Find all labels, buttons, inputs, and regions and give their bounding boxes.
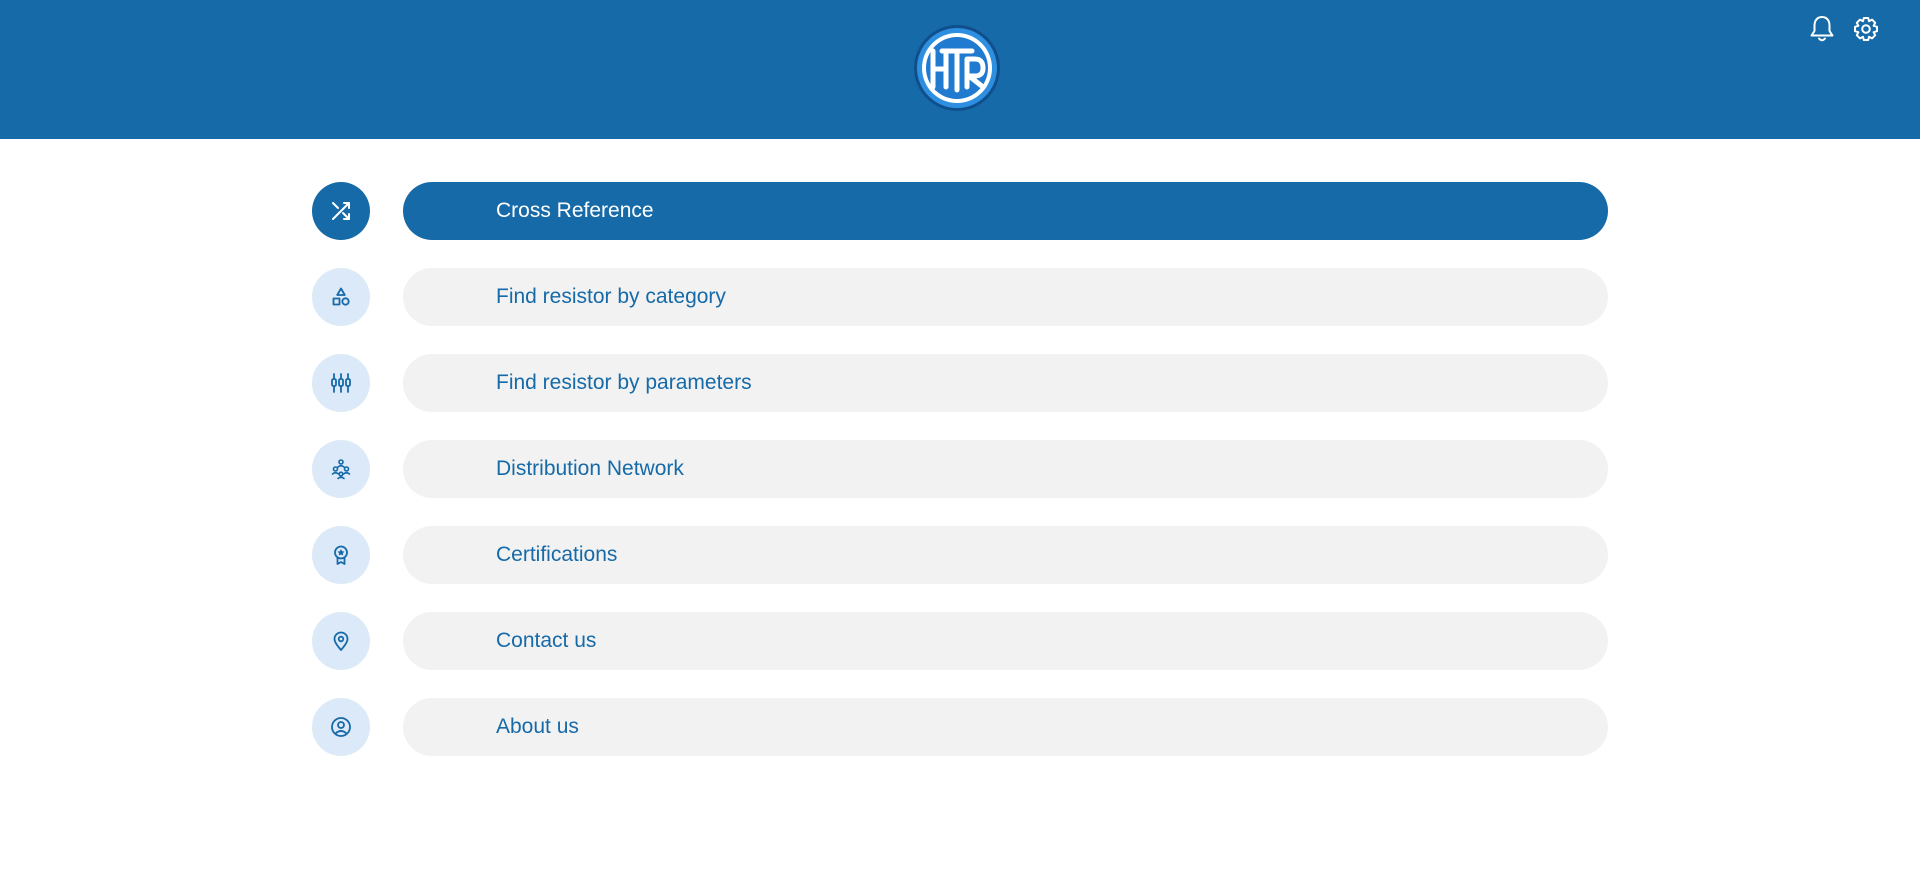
menu-button[interactable]: Find resistor by category <box>403 268 1608 326</box>
menu-item-label: Find resistor by parameters <box>496 371 752 394</box>
menu-item-distribution-network: Distribution Network <box>312 440 1608 498</box>
menu-icon-button[interactable] <box>312 526 370 584</box>
menu-item-label: Cross Reference <box>496 199 654 222</box>
menu-item-label: Certifications <box>496 543 618 566</box>
menu-button[interactable]: Find resistor by parameters <box>403 354 1608 412</box>
bell-icon[interactable] <box>1808 14 1836 44</box>
menu-item-certifications: Certifications <box>312 526 1608 584</box>
resistor-parameters-icon <box>331 373 351 393</box>
menu-button[interactable]: About us <box>403 698 1608 756</box>
shapes-icon <box>332 287 350 306</box>
menu-icon-button[interactable] <box>312 612 370 670</box>
menu-item-label: About us <box>496 715 579 738</box>
menu-icon-button[interactable] <box>312 354 370 412</box>
menu-item-find-by-parameters: Find resistor by parameters <box>312 354 1608 412</box>
menu-item-label: Distribution Network <box>496 457 684 480</box>
menu-button[interactable]: Certifications <box>403 526 1608 584</box>
top-header <box>0 0 1920 139</box>
menu-item-about-us: About us <box>312 698 1608 756</box>
menu-icon-button[interactable] <box>312 182 370 240</box>
award-icon <box>334 545 348 565</box>
menu-icon-button[interactable] <box>312 440 370 498</box>
menu-button[interactable]: Distribution Network <box>403 440 1608 498</box>
menu-button[interactable]: Contact us <box>403 612 1608 670</box>
user-circle-icon <box>331 717 351 737</box>
menu-item-contact-us: Contact us <box>312 612 1608 670</box>
network-people-icon <box>331 459 351 480</box>
location-pin-icon <box>333 631 349 651</box>
menu-item-label: Contact us <box>496 629 597 652</box>
shuffle-icon <box>332 202 350 220</box>
gear-icon[interactable] <box>1852 14 1880 44</box>
menu-button[interactable]: Cross Reference <box>403 182 1608 240</box>
menu-item-cross-reference: Cross Reference <box>312 182 1608 240</box>
main-menu: Cross Reference Find resistor by categor… <box>312 182 1608 784</box>
htr-logo[interactable] <box>913 24 1001 112</box>
menu-icon-button[interactable] <box>312 698 370 756</box>
menu-item-find-by-category: Find resistor by category <box>312 268 1608 326</box>
menu-item-label: Find resistor by category <box>496 285 726 308</box>
menu-icon-button[interactable] <box>312 268 370 326</box>
